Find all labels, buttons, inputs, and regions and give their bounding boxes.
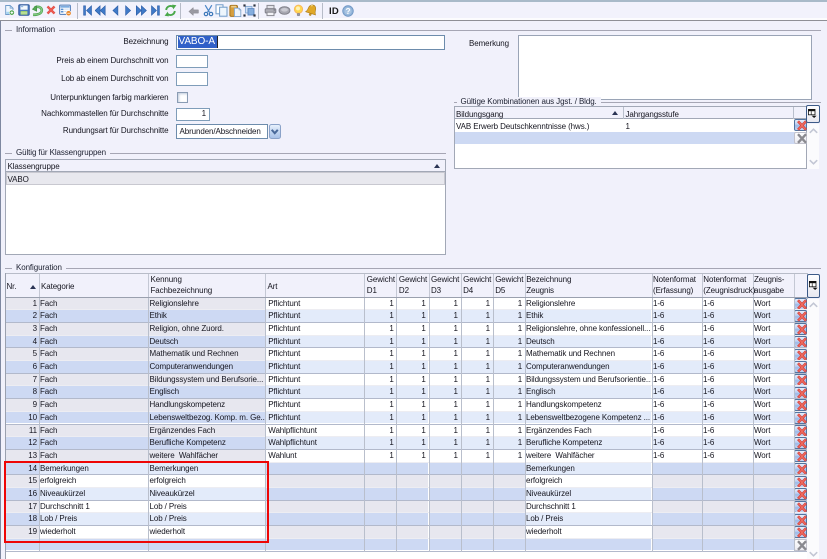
svg-text:?: ? <box>346 6 351 15</box>
